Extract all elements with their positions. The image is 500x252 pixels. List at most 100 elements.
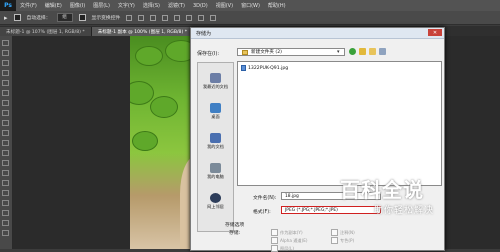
spot-checkbox[interactable] xyxy=(331,237,338,244)
menu-image[interactable]: 图像(I) xyxy=(66,2,89,9)
pen-tool-icon[interactable] xyxy=(2,180,9,186)
align-bottom-icon[interactable] xyxy=(150,14,157,21)
move-tool-icon[interactable]: ▸ xyxy=(4,14,8,22)
eraser-tool-icon[interactable] xyxy=(2,140,9,146)
text-tool-icon[interactable] xyxy=(2,190,9,196)
menu-3d[interactable]: 3D(D) xyxy=(189,3,212,9)
menu-edit[interactable]: 编辑(E) xyxy=(41,2,66,9)
place-my-computer[interactable]: 我的电脑 xyxy=(198,163,233,180)
options-bar: ▸ 自动选择： 组 显示变换控件 xyxy=(0,11,500,25)
chevron-down-icon: ▾ xyxy=(337,49,340,55)
zoom-tool-icon[interactable] xyxy=(2,230,9,236)
show-transform-checkbox[interactable] xyxy=(78,14,86,21)
marquee-tool-icon[interactable] xyxy=(2,50,9,56)
dodge-tool-icon[interactable] xyxy=(2,170,9,176)
eyedropper-tool-icon[interactable] xyxy=(2,90,9,96)
up-folder-icon[interactable] xyxy=(359,48,366,55)
menu-layer[interactable]: 图层(L) xyxy=(89,2,114,9)
dialog-nav-buttons xyxy=(349,48,386,55)
distribute-h-icon[interactable] xyxy=(210,14,217,21)
place-recent-label: 我最近的文档 xyxy=(202,84,229,89)
place-my-computer-label: 我的电脑 xyxy=(207,174,224,179)
save-in-dropdown[interactable]: 新建文件夹 (2) ▾ xyxy=(237,48,345,56)
back-icon[interactable] xyxy=(349,48,356,55)
place-network-label: 网上邻居 xyxy=(207,204,224,209)
network-icon xyxy=(210,193,221,203)
blur-tool-icon[interactable] xyxy=(2,160,9,166)
format-dropdown[interactable]: JPEG (*.JPG;*.JPEG;*.JPE) xyxy=(281,206,381,214)
save-options-title: 存储选项 xyxy=(225,223,245,228)
gradient-tool-icon[interactable] xyxy=(2,150,9,156)
watermark-subtitle: 助你轻松解决 xyxy=(374,206,435,216)
view-menu-icon[interactable] xyxy=(379,48,386,55)
save-as-dialog: 存储为 ✕ 保存在(I): 新建文件夹 (2) ▾ 我最近的文档 桌面 我的文档… xyxy=(190,27,445,252)
magic-wand-tool-icon[interactable] xyxy=(2,70,9,76)
healing-tool-icon[interactable] xyxy=(2,100,9,106)
align-left-icon[interactable] xyxy=(162,14,169,21)
format-label: 格式(F): xyxy=(253,210,271,215)
annotations-checkbox[interactable] xyxy=(331,229,338,236)
auto-select-dropdown[interactable]: 组 xyxy=(56,13,73,22)
save-in-label: 保存在(I): xyxy=(197,51,220,57)
history-brush-tool-icon[interactable] xyxy=(2,130,9,136)
leaf-shape xyxy=(150,96,178,118)
dialog-title-bar: 存储为 ✕ xyxy=(191,28,444,39)
places-bar: 我最近的文档 桌面 我的文档 我的电脑 网上邻居 xyxy=(197,62,234,232)
menu-view[interactable]: 视图(V) xyxy=(212,2,237,9)
crop-tool-icon[interactable] xyxy=(2,80,9,86)
align-center-icon[interactable] xyxy=(174,14,181,21)
stamp-tool-icon[interactable] xyxy=(2,120,9,126)
alpha-label: Alpha 通道(E) xyxy=(280,237,308,243)
format-value: JPEG (*.JPG;*.JPEG;*.JPE) xyxy=(285,207,338,213)
place-recent[interactable]: 我最近的文档 xyxy=(198,73,233,90)
align-right-icon[interactable] xyxy=(186,14,193,21)
dialog-title: 存储为 xyxy=(196,30,212,37)
spot-label: 专色(P) xyxy=(340,237,355,243)
as-copy-checkbox[interactable] xyxy=(271,229,278,236)
new-folder-icon[interactable] xyxy=(369,48,376,55)
tab-document-2[interactable]: 未标题-1 副本 @ 100% (图层 1, RGB/8) * xyxy=(91,27,195,36)
option-as-copy[interactable]: 作为副本(Y) xyxy=(271,229,303,236)
close-icon[interactable]: ✕ xyxy=(428,29,442,36)
my-documents-icon xyxy=(210,133,221,143)
recent-documents-icon xyxy=(210,73,221,83)
lasso-tool-icon[interactable] xyxy=(2,60,9,66)
distribute-icon[interactable] xyxy=(198,14,205,21)
place-my-documents[interactable]: 我的文档 xyxy=(198,133,233,150)
menu-window[interactable]: 窗口(W) xyxy=(237,2,264,9)
watermark-title: 百科全说 xyxy=(340,178,424,202)
path-select-tool-icon[interactable] xyxy=(2,200,9,206)
move-tool-icon[interactable] xyxy=(2,40,9,46)
place-desktop-label: 桌面 xyxy=(211,114,220,119)
option-alpha[interactable]: Alpha 通道(E) xyxy=(271,237,308,244)
menu-file[interactable]: 文件(F) xyxy=(16,2,41,9)
alpha-checkbox[interactable] xyxy=(271,237,278,244)
hand-tool-icon[interactable] xyxy=(2,220,9,226)
shape-tool-icon[interactable] xyxy=(2,210,9,216)
align-top-icon[interactable] xyxy=(126,14,133,21)
align-middle-icon[interactable] xyxy=(138,14,145,21)
save-in-value: 新建文件夹 (2) xyxy=(251,50,282,55)
file-list[interactable]: 1322PUK-Q91.jpg xyxy=(237,61,442,186)
leaf-shape xyxy=(132,131,158,151)
place-desktop[interactable]: 桌面 xyxy=(198,103,233,120)
list-item[interactable]: 1322PUK-Q91.jpg xyxy=(241,65,288,71)
leaf-shape xyxy=(135,46,163,66)
option-annotations[interactable]: 注释(N) xyxy=(331,229,355,236)
as-copy-label: 作为副本(Y) xyxy=(280,229,303,235)
desktop-icon xyxy=(210,103,221,113)
brush-tool-icon[interactable] xyxy=(2,110,9,116)
menu-help[interactable]: 帮助(H) xyxy=(264,2,290,9)
tab-document-1[interactable]: 未标题-1 @ 107% (图层 1, RGB/8) * xyxy=(0,27,92,36)
menu-select[interactable]: 选择(S) xyxy=(139,2,164,9)
option-spot[interactable]: 专色(P) xyxy=(331,237,354,244)
show-transform-label: 显示变换控件 xyxy=(91,16,121,21)
annotations-label: 注释(N) xyxy=(340,229,355,235)
auto-select-checkbox[interactable] xyxy=(13,14,21,21)
place-network[interactable]: 网上邻居 xyxy=(198,193,233,210)
menu-filter[interactable]: 滤镜(T) xyxy=(164,2,189,9)
menu-type[interactable]: 文字(Y) xyxy=(114,2,139,9)
folder-icon xyxy=(242,49,248,55)
file-name: 1322PUK-Q91.jpg xyxy=(248,65,289,71)
menu-bar: Ps 文件(F) 编辑(E) 图像(I) 图层(L) 文字(Y) 选择(S) 滤… xyxy=(0,0,500,11)
